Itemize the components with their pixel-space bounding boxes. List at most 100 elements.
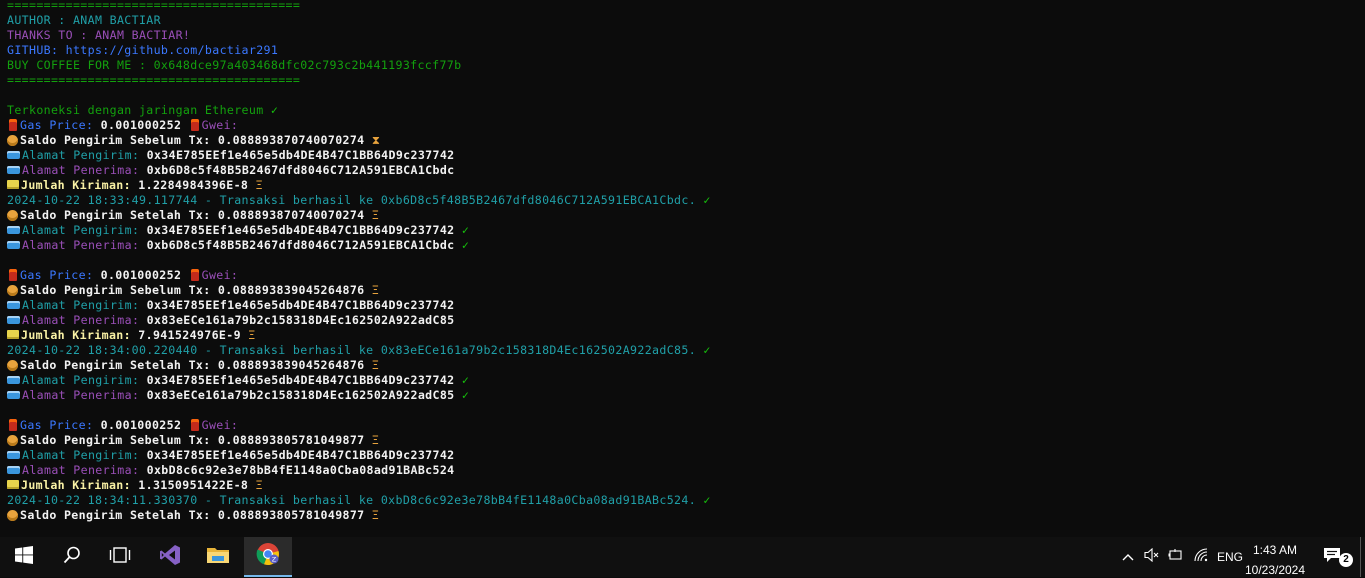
terminal-text: 2024-10-22 18:34:11.330370 - Transaksi b…: [7, 493, 704, 507]
wallet-icon: [7, 316, 20, 324]
terminal-text: Saldo Pengirim Sebelum Tx: 0.08889387074…: [20, 133, 372, 147]
gas-icon: [9, 269, 17, 281]
terminal-line: Jumlah Kiriman: 7.941524976E-9 Ξ: [7, 328, 711, 343]
show-hidden-icons-button[interactable]: [1118, 537, 1138, 577]
terminal-line: ========================================: [7, 0, 711, 13]
terminal-line: Jumlah Kiriman: 1.2284984396E-8 Ξ: [7, 178, 711, 193]
terminal-line: AUTHOR : ANAM BACTIAR: [7, 13, 711, 28]
terminal-text: Ξ: [371, 208, 380, 222]
wallet-icon: [7, 166, 20, 174]
terminal-text: Ξ: [371, 433, 380, 447]
money-icon: [7, 210, 18, 221]
terminal-line: Gas Price: 0.001000252 Gwei:: [7, 118, 711, 133]
terminal-text: Gas Price:: [20, 418, 101, 432]
show-desktop-button[interactable]: [1360, 537, 1365, 577]
chevron-up-icon: [1122, 548, 1134, 566]
terminal-text: Gas Price:: [20, 268, 101, 282]
terminal-window[interactable]: ========================================…: [0, 0, 1365, 537]
terminal-text: Saldo Pengirim Sebelum Tx: 0.08889380578…: [20, 433, 372, 447]
terminal-line: Alamat Pengirim: 0x34E785EEf1e465e5db4DE…: [7, 373, 711, 388]
gas-icon: [190, 269, 199, 281]
terminal-line: Saldo Pengirim Sebelum Tx: 0.08889380578…: [7, 433, 711, 448]
terminal-text: ✓: [461, 223, 470, 237]
wallet-icon: [7, 466, 20, 474]
terminal-text: 0xbD8c6c92e3e78bB4fE1148a0Cba08ad91BABc5…: [146, 463, 455, 477]
terminal-text: 0xb6D8c5f48B5B2467dfd8046C712A591EBCA1Cb…: [146, 238, 462, 252]
gas-icon: [9, 419, 17, 431]
terminal-text: 0.001000252: [100, 418, 189, 432]
wallet-icon: [7, 301, 20, 309]
terminal-text: 0x83eECe161a79b2c158318D4Ec162502A922adC…: [146, 313, 455, 327]
folder-icon: [206, 545, 230, 570]
terminal-line: Alamat Penerima: 0xb6D8c5f48B5B2467dfd80…: [7, 163, 711, 178]
taskbar: Z ENG 1:43 AM 10/23/2024 2: [0, 537, 1365, 577]
terminal-line: Saldo Pengirim Sebelum Tx: 0.08889383904…: [7, 283, 711, 298]
terminal-text: Alamat Penerima:: [22, 463, 147, 477]
clock-time: 1:43 AM: [1252, 543, 1298, 557]
terminal-text: 0x34E785EEf1e465e5db4DE4B47C1BB64D9c2377…: [146, 373, 462, 387]
terminal-text: 7.941524976E-9: [138, 328, 249, 342]
task-view-icon: [109, 546, 131, 569]
terminal-text: Gwei:: [201, 418, 239, 432]
terminal-text: Alamat Pengirim:: [22, 223, 147, 237]
terminal-text: Gas Price:: [20, 118, 101, 132]
terminal-text: 1.2284984396E-8: [138, 178, 256, 192]
terminal-line: Saldo Pengirim Setelah Tx: 0.08889383904…: [7, 358, 711, 373]
terminal-line: Alamat Pengirim: 0x34E785EEf1e465e5db4DE…: [7, 148, 711, 163]
terminal-line: Gas Price: 0.001000252 Gwei:: [7, 268, 711, 283]
gas-icon: [190, 419, 199, 431]
sum-icon: [7, 330, 19, 339]
terminal-text: Alamat Penerima:: [22, 238, 147, 252]
terminal-text: ✓: [703, 493, 711, 507]
terminal-text: 0x34E785EEf1e465e5db4DE4B47C1BB64D9c2377…: [146, 148, 455, 162]
terminal-text: 0xb6D8c5f48B5B2467dfd8046C712A591EBCA1Cb…: [146, 163, 455, 177]
chrome-icon: Z: [256, 542, 280, 571]
battery-button[interactable]: [1165, 537, 1187, 577]
terminal-text: ✓: [703, 193, 711, 207]
terminal-text: Alamat Penerima:: [22, 388, 147, 402]
terminal-text: Jumlah Kiriman:: [21, 328, 139, 342]
search-button[interactable]: [48, 537, 96, 577]
money-icon: [7, 135, 18, 146]
terminal-text: Ξ: [371, 508, 380, 522]
money-icon: [7, 435, 18, 446]
terminal-line: 2024-10-22 18:34:11.330370 - Transaksi b…: [7, 493, 711, 508]
terminal-text: 0.001000252: [100, 268, 189, 282]
network-button[interactable]: [1189, 537, 1213, 577]
terminal-text: ✓: [703, 343, 711, 357]
gas-icon: [9, 119, 17, 131]
terminal-text: BUY COFFEE FOR ME : 0x648dce97a403468dfc…: [7, 58, 462, 72]
start-button[interactable]: [0, 537, 48, 577]
terminal-text: Jumlah Kiriman:: [21, 478, 139, 492]
wallet-icon: [7, 376, 20, 384]
visual-studio-icon: [159, 544, 181, 571]
windows-logo-icon: [15, 545, 33, 569]
terminal-text: ✓: [461, 373, 470, 387]
clock-date: 10/23/2024: [1244, 563, 1306, 577]
terminal-line: Saldo Pengirim Sebelum Tx: 0.08889387074…: [7, 133, 711, 148]
terminal-text: Alamat Penerima:: [22, 313, 147, 327]
visual-studio-button[interactable]: [146, 537, 194, 577]
terminal-text: Gwei:: [201, 268, 239, 282]
terminal-line: Alamat Penerima: 0xb6D8c5f48B5B2467dfd80…: [7, 238, 711, 253]
terminal-text: Alamat Pengirim:: [22, 148, 147, 162]
terminal-text: 1.3150951422E-8: [138, 478, 256, 492]
terminal-line: Alamat Pengirim: 0x34E785EEf1e465e5db4DE…: [7, 298, 711, 313]
terminal-text: Saldo Pengirim Setelah Tx: 0.08889383904…: [20, 358, 372, 372]
terminal-output: ========================================…: [7, 0, 711, 523]
clock[interactable]: 1:43 AM 10/23/2024: [1239, 540, 1311, 578]
terminal-text: Ξ: [371, 283, 380, 297]
terminal-text: Ξ: [255, 178, 263, 192]
sum-icon: [7, 480, 19, 489]
chrome-button[interactable]: Z: [244, 537, 292, 577]
wallet-icon: [7, 226, 20, 234]
task-view-button[interactable]: [96, 537, 144, 577]
terminal-text: 0x34E785EEf1e465e5db4DE4B47C1BB64D9c2377…: [146, 298, 455, 312]
volume-button[interactable]: [1141, 537, 1163, 577]
terminal-text: ⧗: [371, 133, 381, 147]
terminal-text: Ξ: [248, 328, 256, 342]
terminal-line: GITHUB: https://github.com/bactiar291: [7, 43, 711, 58]
terminal-text: AUTHOR : ANAM BACTIAR: [7, 13, 161, 27]
file-explorer-button[interactable]: [194, 537, 242, 577]
